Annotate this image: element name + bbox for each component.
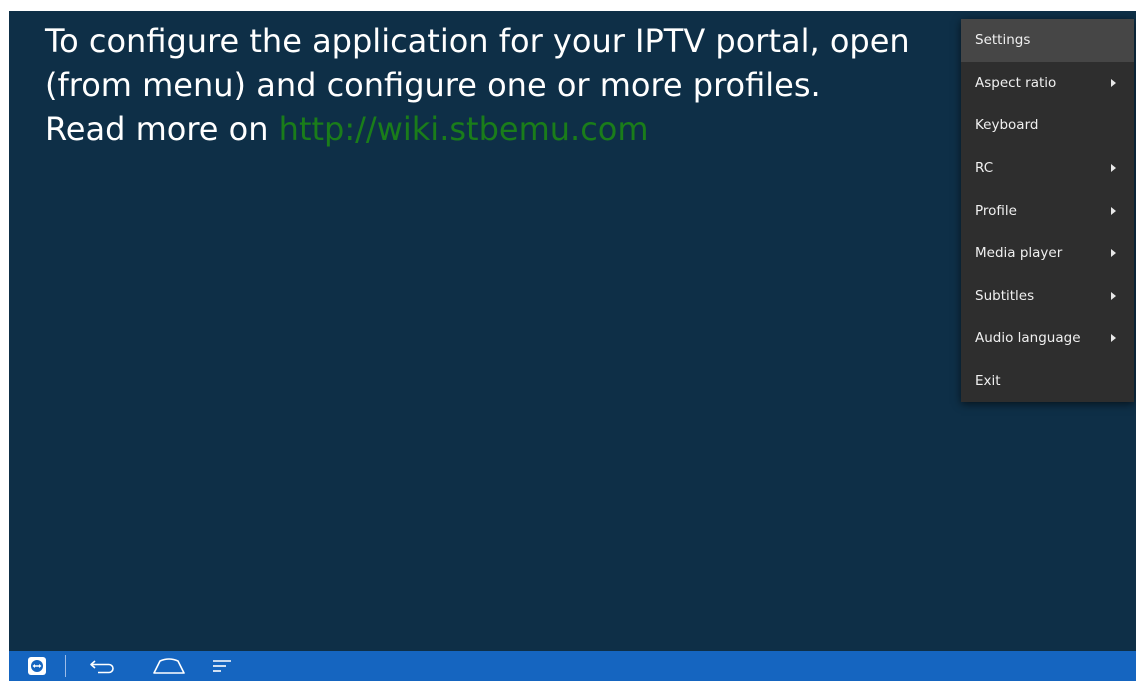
- menu-item-profile[interactable]: Profile: [961, 189, 1134, 232]
- menu-item-label: Audio language: [975, 330, 1081, 347]
- message-line-3: Read more on http://wiki.stbemu.com: [45, 107, 910, 151]
- submenu-arrow-icon: [1111, 249, 1116, 258]
- menu-item-settings[interactable]: Settings: [961, 19, 1134, 62]
- back-button[interactable]: [68, 651, 138, 681]
- home-button[interactable]: [138, 651, 200, 681]
- submenu-arrow-icon: [1111, 78, 1116, 87]
- message-line-2: (from menu) and configure one or more pr…: [45, 66, 821, 104]
- teamviewer-button[interactable]: [9, 651, 65, 681]
- app-screen: To configure the application for your IP…: [9, 11, 1136, 681]
- menu-item-audio-language[interactable]: Audio language: [961, 317, 1134, 360]
- submenu-arrow-icon: [1111, 334, 1116, 343]
- menu-item-label: Keyboard: [975, 117, 1039, 134]
- teamviewer-icon: [28, 657, 46, 675]
- setup-message: To configure the application for your IP…: [45, 19, 910, 151]
- options-menu: Settings Aspect ratio Keyboard RC Profil…: [961, 19, 1134, 402]
- menu-item-label: Subtitles: [975, 287, 1035, 304]
- menu-item-keyboard[interactable]: Keyboard: [961, 104, 1134, 147]
- menu-item-label: Media player: [975, 245, 1063, 262]
- menu-item-label: Aspect ratio: [975, 74, 1057, 91]
- menu-item-aspect-ratio[interactable]: Aspect ratio: [961, 62, 1134, 105]
- home-icon: [153, 658, 185, 674]
- menu-item-rc[interactable]: RC: [961, 147, 1134, 190]
- submenu-arrow-icon: [1111, 291, 1116, 300]
- recent-apps-button[interactable]: [200, 651, 244, 681]
- navbar-divider: [65, 655, 66, 677]
- menu-item-exit[interactable]: Exit: [961, 360, 1134, 403]
- menu-item-media-player[interactable]: Media player: [961, 232, 1134, 275]
- submenu-arrow-icon: [1111, 206, 1116, 215]
- menu-item-subtitles[interactable]: Subtitles: [961, 275, 1134, 318]
- system-navigation-bar: [9, 651, 1136, 681]
- menu-item-label: RC: [975, 160, 994, 177]
- read-more-text: Read more on: [45, 110, 279, 148]
- message-line-1: To configure the application for your IP…: [45, 22, 910, 60]
- submenu-arrow-icon: [1111, 164, 1116, 173]
- back-icon: [90, 660, 114, 674]
- menu-item-label: Profile: [975, 202, 1017, 219]
- recent-apps-icon: [213, 660, 231, 672]
- menu-item-label: Settings: [975, 32, 1031, 49]
- wiki-link[interactable]: http://wiki.stbemu.com: [279, 110, 649, 148]
- menu-item-label: Exit: [975, 373, 1001, 390]
